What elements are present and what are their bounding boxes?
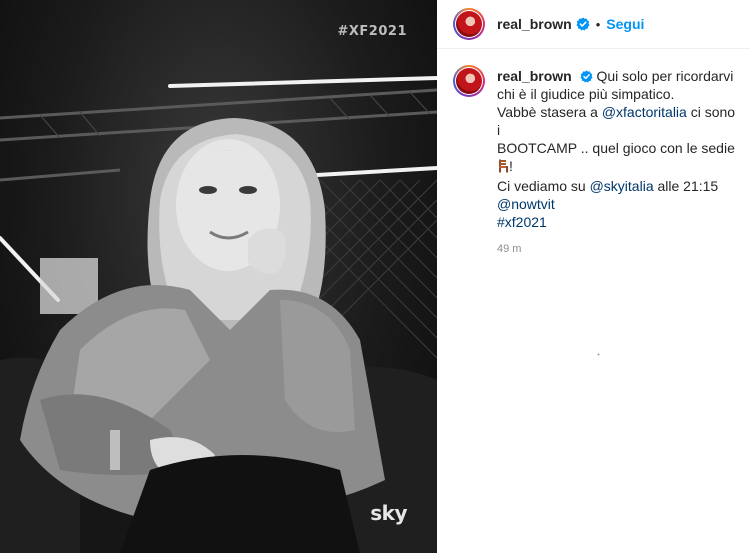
stray-dot [597, 343, 600, 356]
chair-emoji-icon [497, 159, 509, 177]
caption-line-4: BOOTCAMP .. quel gioco con le sedie [497, 140, 735, 156]
mention-skyitalia[interactable]: @skyitalia [590, 178, 654, 194]
post-header: real_brown • Segui [437, 0, 750, 49]
caption-username[interactable]: real_brown [497, 68, 572, 84]
caption-line-6-prefix: Ci vediamo su [497, 178, 590, 194]
header-username[interactable]: real_brown [497, 16, 572, 32]
verified-badge-icon [580, 70, 593, 83]
header-avatar[interactable] [453, 8, 485, 40]
sky-logo: sky [370, 501, 407, 525]
post-photo[interactable]: #XF2021 sky [0, 0, 437, 553]
avatar-ring [455, 67, 483, 95]
mention-xfactoritalia[interactable]: @xfactoritalia [602, 104, 687, 120]
verified-badge-icon [576, 17, 590, 31]
avatar-image [456, 11, 482, 37]
caption-line-1: Qui solo per ricordarvi [596, 68, 734, 84]
caption-line-3-prefix: Vabbè stasera a [497, 104, 602, 120]
caption-avatar[interactable] [453, 65, 485, 97]
hashtag-link[interactable]: #xf2021 [497, 213, 737, 231]
caption-text: real_brown Qui solo per ricordarvi chi è… [497, 67, 737, 231]
mention-nowtvit[interactable]: @nowtvit [497, 195, 737, 213]
separator-dot: • [595, 16, 601, 32]
photo-overlay-hashtag: #XF2021 [337, 24, 407, 39]
post-time[interactable]: 49 m [497, 243, 737, 255]
post-side-panel: real_brown • Segui real_brown Qui solo p… [437, 0, 750, 553]
caption-area: real_brown Qui solo per ricordarvi chi è… [437, 49, 750, 255]
post-container: #XF2021 sky real_brown • Segui real_brow… [0, 0, 750, 553]
avatar-ring [455, 10, 483, 38]
caption-line-2: chi è il giudice più simpatico. [497, 86, 675, 102]
caption-line-6-suffix: alle 21:15 [653, 178, 719, 194]
caption-line-5-suffix: ! [509, 158, 513, 174]
avatar-image [456, 68, 482, 94]
photo-illustration [0, 76, 437, 553]
follow-button[interactable]: Segui [606, 16, 644, 32]
